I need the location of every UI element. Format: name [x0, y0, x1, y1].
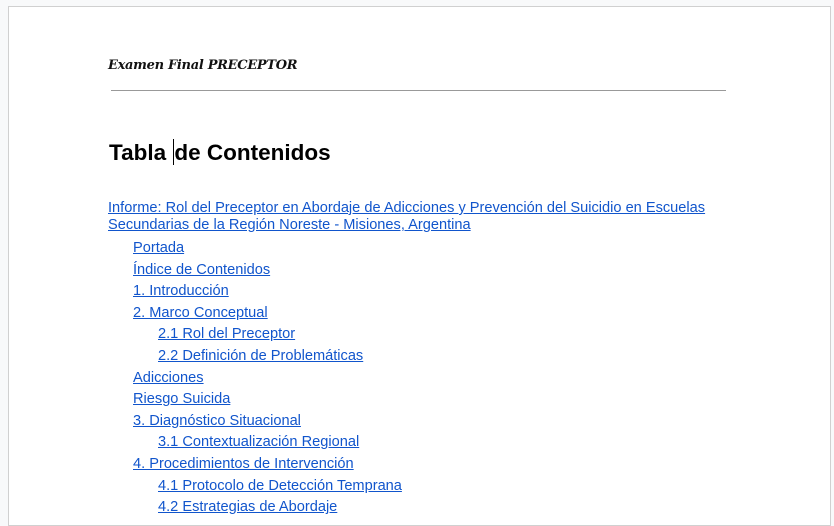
toc-item: Riesgo Suicida — [108, 389, 748, 411]
toc-link[interactable]: 4.1 Protocolo de Detección Temprana — [158, 478, 402, 494]
title-text-before-cursor: Tabla — [109, 140, 173, 165]
toc-item: 4.1 Protocolo de Detección Temprana — [108, 476, 748, 498]
toc-link[interactable]: 2.1 Rol del Preceptor — [158, 326, 295, 342]
document-title[interactable]: Tabla de Contenidos — [109, 139, 331, 166]
toc-link[interactable]: 4. Procedimientos de Intervención — [133, 456, 354, 472]
toc-item: 2. Marco Conceptual — [108, 303, 748, 325]
toc-item: 4.2 Estrategias de Abordaje — [108, 497, 748, 519]
toc-link[interactable]: 2.2 Definición de Problemáticas — [158, 348, 363, 364]
toc-item: 2.1 Rol del Preceptor — [108, 324, 748, 346]
toc-item: 4. Procedimientos de Intervención — [108, 454, 748, 476]
header-divider — [111, 90, 726, 91]
toc-item: Índice de Contenidos — [108, 260, 748, 282]
toc-link[interactable]: 1. Introducción — [133, 283, 229, 299]
toc-link[interactable]: Índice de Contenidos — [133, 262, 270, 278]
toc-link[interactable]: Informe: Rol del Preceptor en Abordaje d… — [108, 200, 705, 233]
toc-link[interactable]: Riesgo Suicida — [133, 391, 230, 407]
toc-item: 2.2 Definición de Problemáticas — [108, 346, 748, 368]
toc-item: Informe: Rol del Preceptor en Abordaje d… — [108, 200, 748, 234]
title-text-after-cursor: de Contenidos — [174, 140, 331, 165]
toc-link[interactable]: Portada — [133, 240, 184, 256]
table-of-contents: Informe: Rol del Preceptor en Abordaje d… — [108, 200, 748, 519]
toc-link[interactable]: Adicciones — [133, 370, 204, 386]
toc-link[interactable]: 3.1 Contextualización Regional — [158, 434, 359, 450]
toc-link[interactable]: 3. Diagnóstico Situacional — [133, 413, 301, 429]
toc-item: 1. Introducción — [108, 281, 748, 303]
toc-item: 3.1 Contextualización Regional — [108, 432, 748, 454]
toc-item: Adicciones — [108, 368, 748, 390]
toc-link[interactable]: 4.2 Estrategias de Abordaje — [158, 499, 337, 515]
document-page: Examen Final PRECEPTOR Tabla de Contenid… — [8, 6, 831, 526]
toc-link[interactable]: 2. Marco Conceptual — [133, 305, 268, 321]
page-header-text[interactable]: Examen Final PRECEPTOR — [108, 58, 298, 73]
toc-item: 3. Diagnóstico Situacional — [108, 411, 748, 433]
toc-item: Portada — [108, 238, 748, 260]
